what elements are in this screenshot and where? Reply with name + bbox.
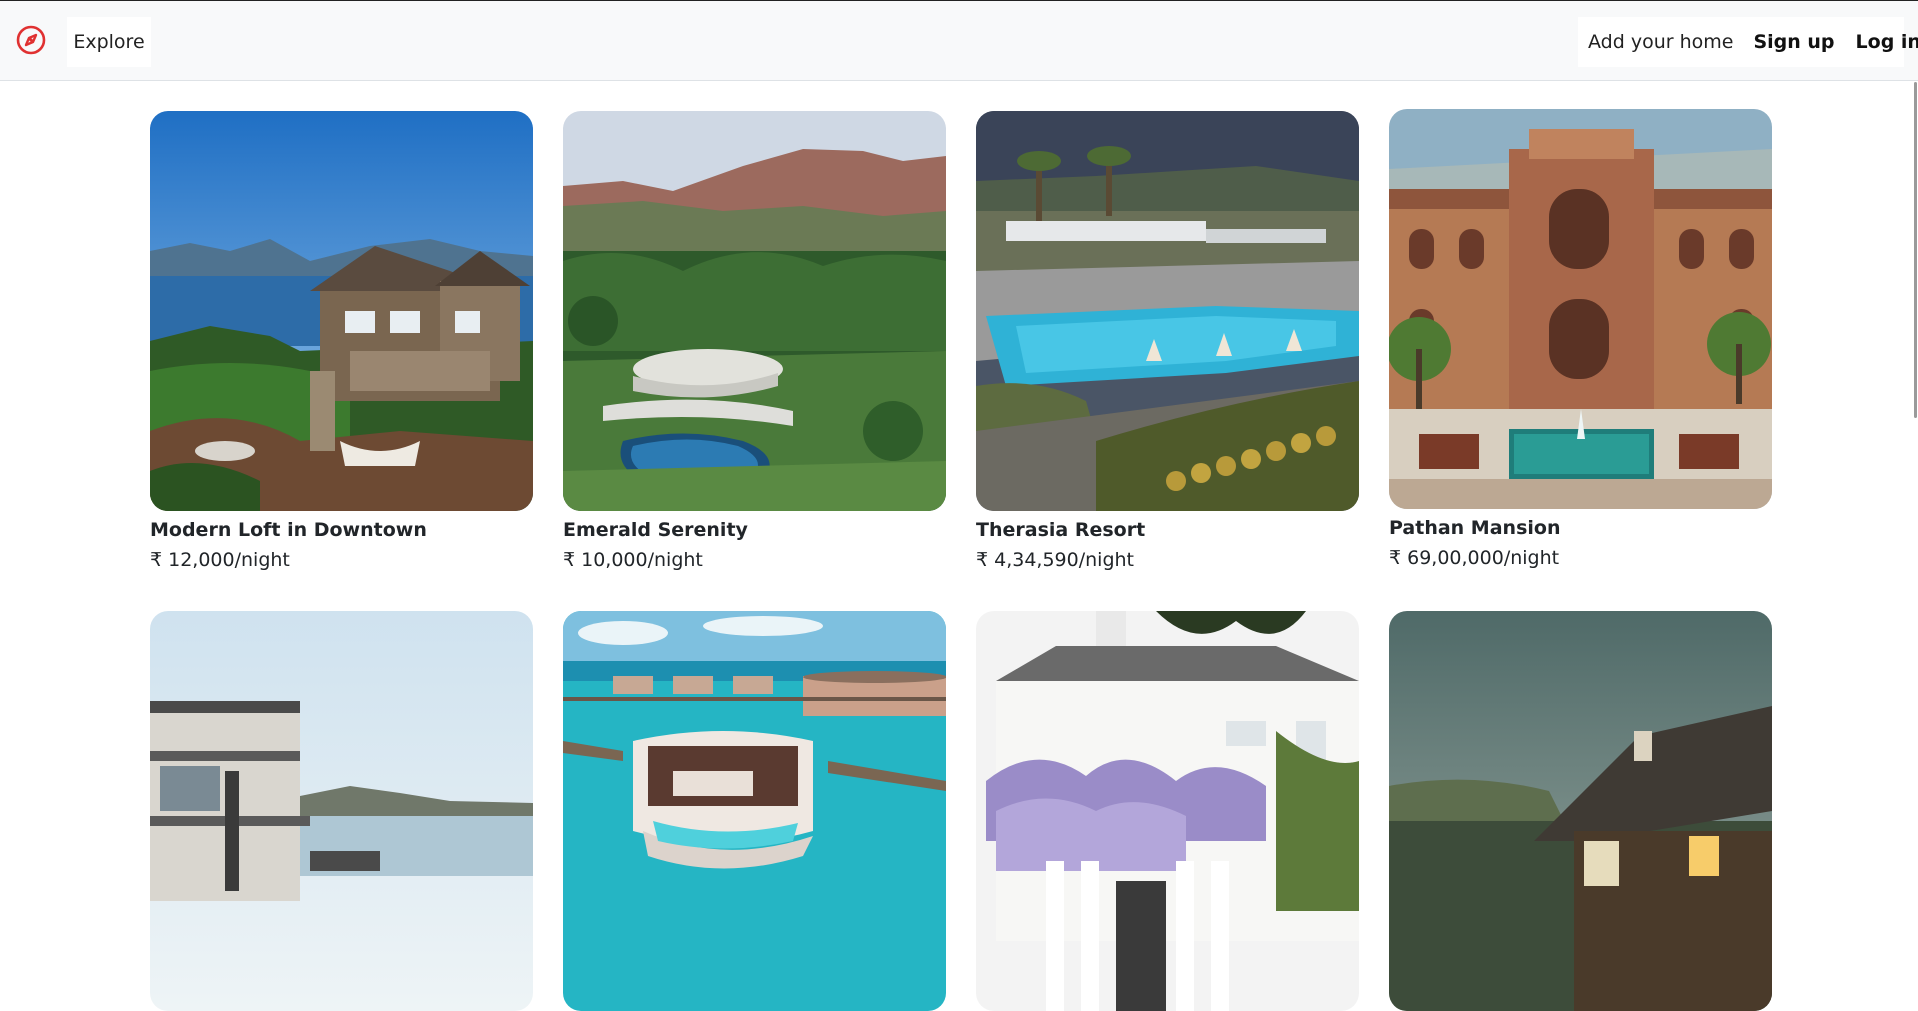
compass-icon [16,25,46,55]
listing-image-thatched-cottage[interactable] [1389,611,1772,1011]
listing-card[interactable]: Modern Loft in Downtown ₹ 12,000/night [150,111,533,571]
listing-price: ₹ 12,000/night [150,549,290,571]
listing-price: ₹ 4,34,590/night [976,549,1135,571]
add-your-home-link[interactable]: Add your home [1588,31,1733,53]
listing-price: ₹ 69,00,000/night [1389,547,1560,569]
listing-card[interactable]: Emerald Serenity ₹ 10,000/night [563,111,946,571]
listing-title[interactable]: Emerald Serenity [563,519,946,541]
listing-card[interactable]: Pathan Mansion ₹ 69,00,000/night [1389,109,1772,569]
listing-image-wisteria-mansion[interactable] [976,611,1359,1011]
scrollbar-thumb[interactable] [1914,82,1917,418]
sign-up-link[interactable]: Sign up [1753,31,1834,53]
listing-title[interactable]: Modern Loft in Downtown [150,519,533,541]
listing-image-lakeside-house[interactable] [150,111,533,511]
nav-explore-link[interactable]: Explore [67,17,151,67]
listing-card[interactable] [976,611,1359,1011]
nav-right-group: Add your home Sign up Log in [1578,17,1918,67]
listing-image-resort-pool[interactable] [976,111,1359,511]
listing-card[interactable] [1389,611,1772,1011]
brand-logo[interactable] [14,23,48,57]
listing-card[interactable] [563,611,946,1011]
listing-title[interactable]: Pathan Mansion [1389,517,1772,539]
listing-card[interactable] [150,611,533,1011]
listing-image-forest-villa[interactable] [563,111,946,511]
navbar: Explore Add your home Sign up Log in [0,1,1918,81]
listing-image-palace-mansion[interactable] [1389,109,1772,509]
listing-title[interactable]: Therasia Resort [976,519,1359,541]
listing-image-overwater-bungalow[interactable] [563,611,946,1011]
log-in-link[interactable]: Log in [1856,31,1918,53]
listing-image-seaside-villa[interactable] [150,611,533,1011]
listing-price: ₹ 10,000/night [563,549,703,571]
listing-card[interactable]: Therasia Resort ₹ 4,34,590/night [976,111,1359,571]
